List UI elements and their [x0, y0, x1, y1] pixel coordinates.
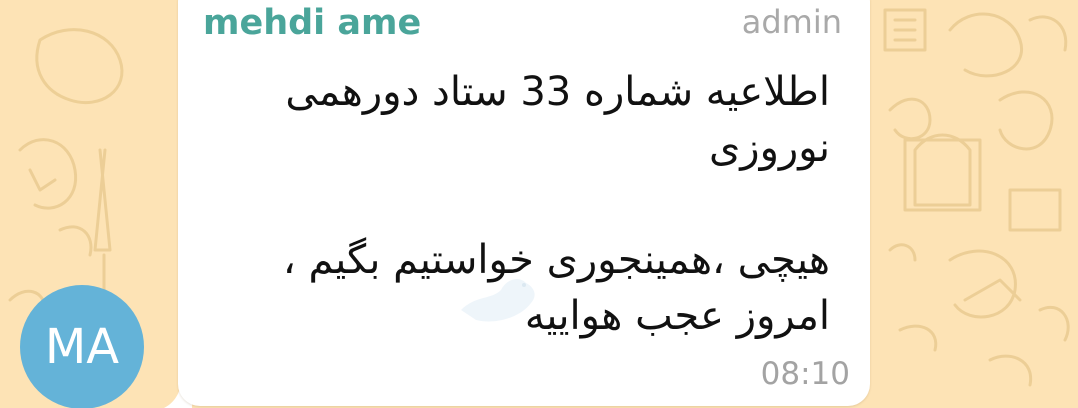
message-text: اطلاعیه شماره 33 ستاد دورهمی نوروزی هیچی… — [238, 64, 830, 344]
message-time: 08:10 — [760, 356, 850, 392]
avatar[interactable]: MA — [20, 285, 144, 408]
message-paragraph: هیچی ،همینجوری خواستیم بگیم ، امروز عجب … — [282, 237, 830, 339]
message-paragraph: اطلاعیه شماره 33 ستاد دورهمی نوروزی — [285, 69, 830, 171]
admin-badge: admin — [741, 3, 842, 41]
message-bubble[interactable]: mehdi ame admin اطلاعیه شماره 33 ستاد دو… — [178, 0, 870, 406]
sender-name[interactable]: mehdi ame — [203, 3, 421, 43]
